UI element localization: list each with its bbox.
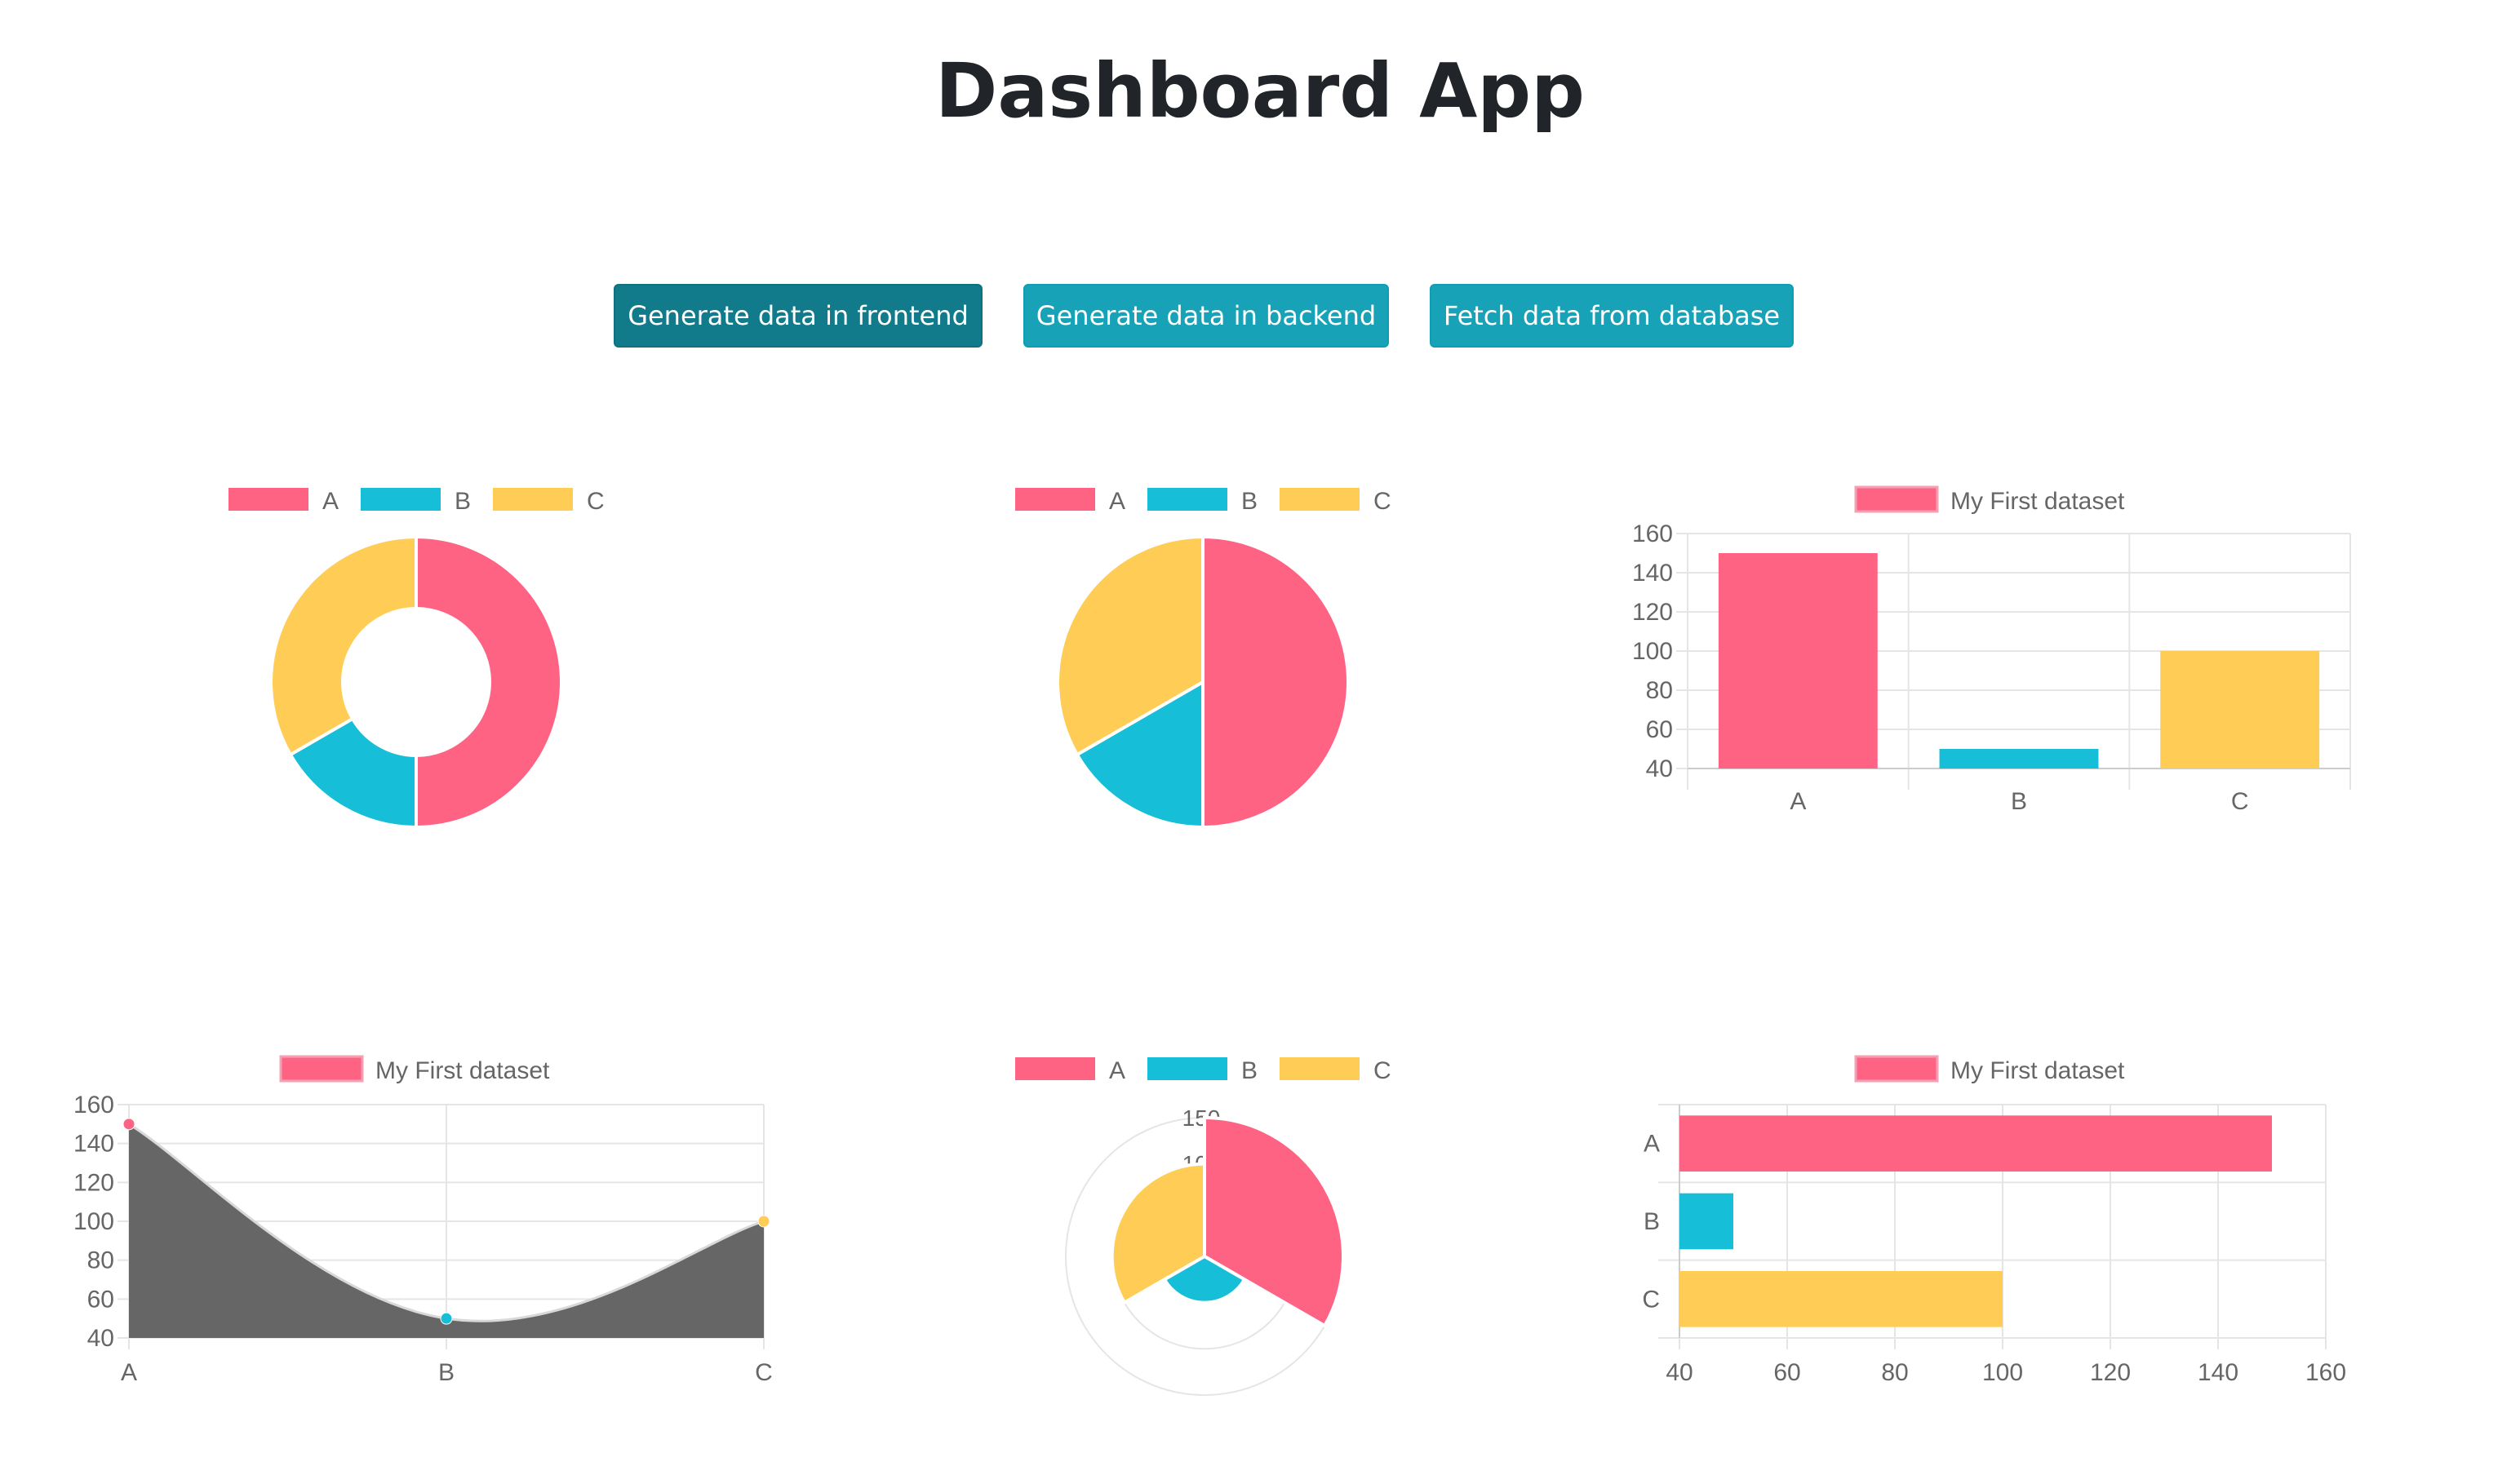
legend-swatch[interactable] — [1854, 1055, 1939, 1083]
bar-chart: My First dataset 40 60 80 100 120 140 160 A B C — [1632, 485, 2351, 815]
x-tick-label: 60 — [1773, 1359, 1800, 1386]
bar-a[interactable] — [1718, 553, 1878, 769]
generate-frontend-button[interactable]: Generate data in frontend — [614, 284, 983, 348]
chart-legend[interactable]: A B C — [1014, 1056, 1391, 1084]
legend-swatch[interactable] — [279, 1055, 364, 1083]
bar-b[interactable] — [1939, 749, 2099, 769]
legend-swatch-a[interactable] — [1014, 486, 1097, 512]
x-tick-label: 100 — [1982, 1359, 2023, 1386]
y-tick-label: A — [1644, 1131, 1660, 1158]
legend-swatch[interactable] — [1854, 485, 1939, 513]
y-tick-label: 140 — [73, 1131, 114, 1158]
polar-area-chart: A B C 150100 — [1014, 1056, 1391, 1396]
y-tick-label: 60 — [1646, 716, 1673, 743]
page-title: Dashboard App — [934, 47, 1585, 135]
legend-swatch-a[interactable] — [1014, 1056, 1097, 1082]
chart-legend[interactable]: My First dataset — [1854, 485, 2125, 515]
chart-legend[interactable]: My First dataset — [279, 1055, 550, 1084]
legend-swatch-b[interactable] — [359, 486, 442, 512]
x-tick-label: 160 — [2305, 1359, 2346, 1386]
bar-b[interactable] — [1679, 1193, 1733, 1250]
legend-label-b[interactable]: B — [1241, 1057, 1258, 1084]
y-tick-label: 120 — [1632, 599, 1673, 626]
slice-a[interactable] — [415, 534, 563, 830]
chart-legend[interactable]: My First dataset — [1854, 1055, 2125, 1084]
x-tick-label: 120 — [2090, 1359, 2131, 1386]
legend-label-c[interactable]: C — [1373, 488, 1391, 515]
bar-c[interactable] — [1679, 1271, 2003, 1327]
legend-swatch-a[interactable] — [227, 486, 310, 512]
legend-label-b[interactable]: B — [455, 488, 471, 515]
y-tick-label: 100 — [1632, 638, 1673, 665]
horizontal-bar-chart: My First dataset 40 60 80 100 120 140 160 A B C — [1642, 1055, 2346, 1386]
line-chart: My First dataset 40 60 80 100 120 140 160 A B C — [73, 1055, 773, 1386]
legend-label-c[interactable]: C — [1373, 1057, 1391, 1084]
x-tick-label: A — [121, 1359, 137, 1386]
doughnut-chart: A B C — [227, 486, 605, 830]
generate-backend-button[interactable]: Generate data in backend — [1023, 284, 1389, 348]
legend-swatch-b[interactable] — [1146, 1056, 1229, 1082]
legend-label-a[interactable]: A — [1109, 1057, 1125, 1084]
y-tick-label: 120 — [73, 1169, 114, 1196]
x-tick-label: 40 — [1666, 1359, 1693, 1386]
legend-swatch-c[interactable] — [491, 486, 575, 512]
x-tick-label: B — [2011, 788, 2027, 815]
bar-a[interactable] — [1679, 1115, 2272, 1172]
x-tick-label: C — [2231, 788, 2249, 815]
y-tick-label: 80 — [1646, 677, 1673, 704]
bar-c[interactable] — [2160, 651, 2320, 769]
y-tick-label: 40 — [87, 1325, 114, 1352]
slice-a[interactable] — [1201, 534, 1350, 830]
y-tick-label: 160 — [73, 1092, 114, 1118]
point-a[interactable] — [122, 1118, 135, 1131]
legend-label[interactable]: My First dataset — [1950, 488, 2125, 515]
legend-swatch-c[interactable] — [1278, 1056, 1361, 1082]
y-tick-label: 80 — [87, 1247, 114, 1274]
point-c[interactable] — [757, 1215, 770, 1228]
legend-label-a[interactable]: A — [1109, 488, 1125, 515]
pie-chart: A B C — [1014, 486, 1391, 830]
legend-label[interactable]: My First dataset — [1950, 1057, 2125, 1084]
x-tick-label: 140 — [2198, 1359, 2238, 1386]
slice-c[interactable] — [269, 534, 418, 757]
chart-legend[interactable]: A B C — [1014, 486, 1391, 515]
y-tick-label: 140 — [1632, 560, 1673, 587]
y-tick-label: C — [1642, 1286, 1660, 1313]
x-tick-label: C — [755, 1359, 773, 1386]
x-tick-label: 80 — [1881, 1359, 1908, 1386]
x-tick-label: A — [1790, 788, 1806, 815]
legend-label-b[interactable]: B — [1241, 488, 1258, 515]
legend-label-a[interactable]: A — [322, 488, 339, 515]
legend-label-c[interactable]: C — [587, 488, 605, 515]
y-tick-label: 100 — [73, 1208, 114, 1235]
point-b[interactable] — [440, 1312, 453, 1325]
x-tick-label: B — [438, 1359, 455, 1386]
legend-label[interactable]: My First dataset — [375, 1057, 550, 1084]
chart-legend[interactable]: A B C — [227, 486, 605, 515]
fetch-database-button[interactable]: Fetch data from database — [1430, 284, 1794, 348]
y-tick-label: 40 — [1646, 755, 1673, 782]
y-tick-label: 160 — [1632, 520, 1673, 547]
legend-swatch-b[interactable] — [1146, 486, 1229, 512]
y-tick-label: B — [1644, 1208, 1660, 1235]
legend-swatch-c[interactable] — [1278, 486, 1361, 512]
y-tick-label: 60 — [87, 1286, 114, 1313]
